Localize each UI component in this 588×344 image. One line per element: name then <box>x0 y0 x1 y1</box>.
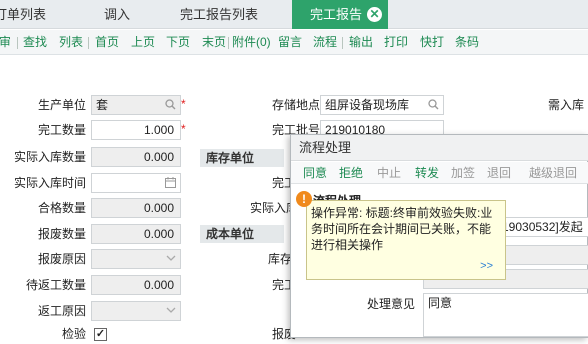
export-button[interactable]: 输出 <box>349 30 373 54</box>
search-icon[interactable] <box>165 99 176 113</box>
print-button[interactable]: 打印 <box>384 30 408 54</box>
pass-qty-field: 0.000 <box>91 198 181 218</box>
qty-input[interactable]: 1.000 <box>91 120 181 140</box>
search-icon[interactable] <box>428 99 439 113</box>
dialog-title: 流程处理 <box>291 135 588 161</box>
audit-button[interactable]: 审 <box>0 30 11 54</box>
stock-unit-section: 库存单位 <box>200 149 284 167</box>
error-message: 操作异常: 标题:终审前效验失败:业务时间所在会计期间已关账，不能进行相关操作 <box>311 206 493 252</box>
inspect-label: 检验 <box>61 327 86 341</box>
scrap-qty-label: 报废数量 <box>37 227 86 241</box>
message-button[interactable]: 留言 <box>278 30 302 54</box>
find-button[interactable]: 查找 <box>23 30 47 54</box>
add-sign-button: 加签 <box>451 166 476 180</box>
pass-qty-label: 合格数量 <box>37 201 86 215</box>
need-in-label: 需入库 <box>548 98 585 112</box>
main-toolbar: 审 查找 列表 首页 上页 下页 末页 附件(0) 留言 流程 输出 打印 快打… <box>0 30 588 55</box>
list-button[interactable]: 列表 <box>59 30 83 54</box>
col3-label: 库存 <box>268 252 293 266</box>
unit-value: 套 <box>96 98 109 112</box>
opinion-label: 处理意见 <box>367 297 416 311</box>
error-tooltip: 操作异常: 标题:终审前效验失败:业务时间所在会计期间已关账，不能进行相关操作 … <box>306 200 506 280</box>
actual-in-qty-label: 实际入库数量 <box>13 150 86 164</box>
required-mark: * <box>181 122 186 136</box>
forward-button[interactable]: 转发 <box>415 162 439 184</box>
rework-qty-label: 待返工数量 <box>25 278 86 292</box>
unit-label: 生产单位 <box>37 98 86 112</box>
storage-field[interactable]: 组屏设备现场库 <box>320 95 444 115</box>
last-page-button[interactable]: 末页 <box>202 30 226 54</box>
storage-value: 组屏设备现场库 <box>325 98 410 112</box>
storage-label: 存储地点 <box>272 98 321 112</box>
actual-in-time-input[interactable] <box>91 173 181 193</box>
quick-print-button[interactable]: 快打 <box>420 30 444 54</box>
toolbar-divider <box>228 37 229 49</box>
toolbar-divider <box>17 37 18 49</box>
unit-field[interactable]: 套 <box>91 95 181 115</box>
dialog-toolbar: 同意 拒绝 中止 转发 加签 退回 越级退回 <box>291 162 588 184</box>
skip-return-button: 越级退回 <box>529 166 578 180</box>
chevron-down-icon <box>166 253 176 266</box>
tab-completion-report[interactable]: 完工报告 ✕ <box>292 0 389 29</box>
scrap-qty-field: 0.000 <box>91 224 181 244</box>
inspect-checkbox[interactable]: ✓ <box>94 328 107 341</box>
tab-label: 完工报告 <box>310 7 363 22</box>
next-page-button[interactable]: 下页 <box>166 30 190 54</box>
tab-completion-report-list[interactable]: 完工报告列表 <box>180 0 258 29</box>
initiator-field: 19030532]发起 <box>497 217 588 237</box>
rework-reason-select <box>91 301 181 321</box>
rework-qty-field: 0.000 <box>91 275 181 295</box>
chevron-down-icon <box>166 305 176 318</box>
prev-page-button[interactable]: 上页 <box>131 30 155 54</box>
barcode-button[interactable]: 条码 <box>455 30 479 54</box>
tab-bar: 订单列表 调入 完工报告列表 完工报告 ✕ <box>0 0 588 29</box>
attachment-button[interactable]: 附件(0) <box>232 30 271 54</box>
rework-reason-label: 返工原因 <box>37 304 86 318</box>
terminate-button: 中止 <box>377 166 402 180</box>
reject-button[interactable]: 拒绝 <box>339 162 363 184</box>
actual-in-time-label: 实际入库时间 <box>13 176 86 190</box>
cost-unit-section: 成本单位 <box>200 225 284 243</box>
opinion-textarea[interactable]: 同意 <box>423 293 588 337</box>
scrap-reason-label: 报废原因 <box>37 252 86 266</box>
first-page-button[interactable]: 首页 <box>95 30 119 54</box>
workflow-button[interactable]: 流程 <box>313 30 337 54</box>
actual-in-qty-field: 0.000 <box>91 147 181 167</box>
calendar-icon[interactable] <box>165 177 176 191</box>
toolbar-divider <box>88 37 89 49</box>
warning-icon: ! <box>296 191 312 207</box>
expand-link[interactable]: >> <box>480 258 493 274</box>
close-icon[interactable]: ✕ <box>367 7 383 22</box>
tab-order-list[interactable]: 订单列表 <box>0 0 46 29</box>
scrap-reason-select <box>91 249 181 269</box>
toolbar-divider <box>342 37 343 49</box>
qty-label: 完工数量 <box>37 123 86 137</box>
return-button: 退回 <box>487 166 512 180</box>
required-mark: * <box>181 97 186 111</box>
approve-button[interactable]: 同意 <box>303 162 327 184</box>
tab-transfer-in[interactable]: 调入 <box>104 0 130 29</box>
